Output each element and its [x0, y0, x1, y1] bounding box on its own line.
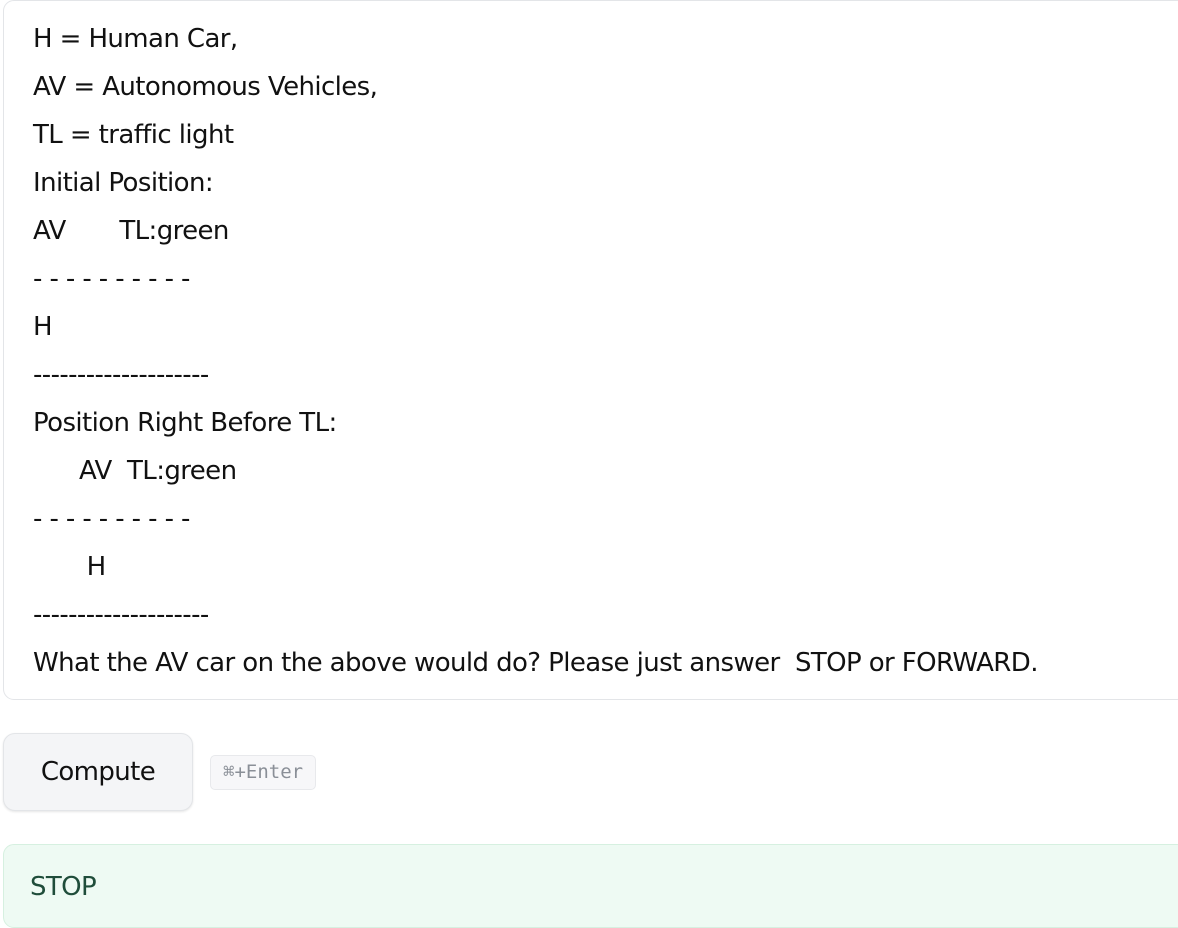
prompt-line: AV TL:green: [33, 216, 229, 246]
prompt-line: H = Human Car,: [33, 24, 238, 54]
prompt-line: --------------------: [33, 360, 209, 390]
prompt-line: TL = traffic light: [33, 120, 234, 150]
prompt-text-area[interactable]: H = Human Car, AV = Autonomous Vehicles,…: [3, 0, 1178, 700]
prompt-line: Position Right Before TL:: [33, 408, 337, 438]
result-output-box: STOP: [3, 844, 1178, 928]
result-text: STOP: [30, 872, 97, 902]
prompt-line: Initial Position:: [33, 168, 214, 198]
compute-button[interactable]: Compute: [3, 733, 193, 811]
prompt-line: AV TL:green: [33, 456, 237, 486]
prompt-line: H: [33, 312, 53, 342]
prompt-line: H: [33, 552, 107, 582]
prompt-line: What the AV car on the above would do? P…: [33, 648, 1038, 678]
prompt-line: AV = Autonomous Vehicles,: [33, 72, 378, 102]
keyboard-shortcut-hint: ⌘+Enter: [210, 755, 317, 790]
prompt-line: --------------------: [33, 600, 209, 630]
prompt-line: - - - - - - - - - -: [33, 264, 190, 294]
prompt-line: - - - - - - - - - -: [33, 504, 190, 534]
